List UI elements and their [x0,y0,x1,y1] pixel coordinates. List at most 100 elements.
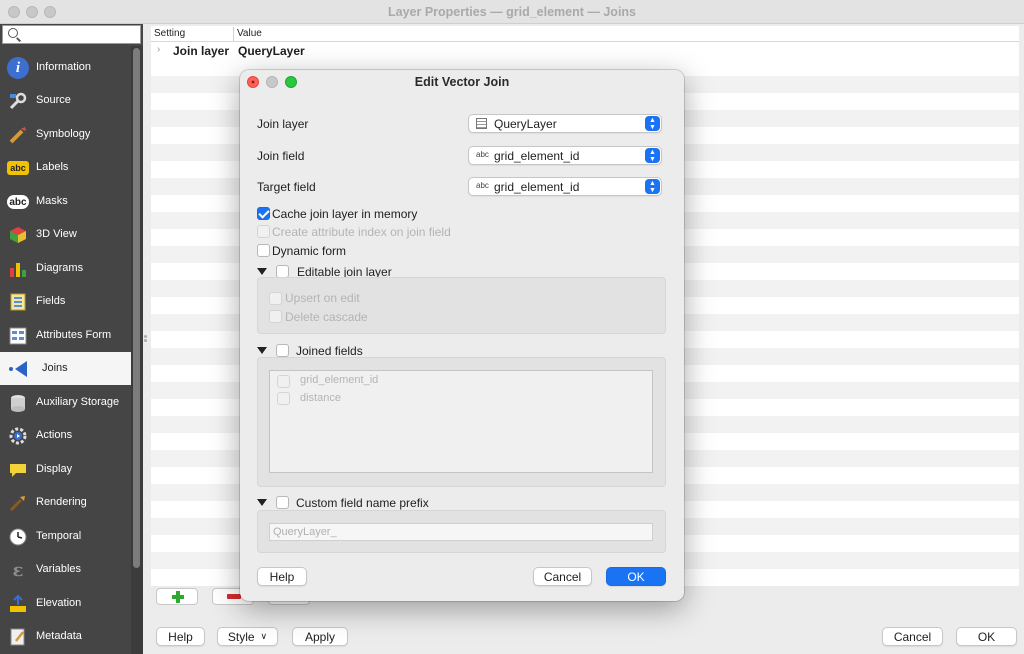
sidebar-item-elevation[interactable]: Elevation [0,587,131,620]
table-layer-icon [476,118,487,129]
joined-fields-checkbox[interactable] [276,344,289,357]
cache-join-layer-label: Cache join layer in memory [272,207,418,221]
source-wrench-icon [7,90,29,112]
search-icon [8,28,18,38]
sidebar-item-masks[interactable]: abc Masks [0,185,131,218]
help-button[interactable]: Help [156,627,205,646]
dynamic-form-checkbox[interactable] [257,244,270,257]
edit-vector-join-dialog: Edit Vector Join Join layer QueryLayer ▲… [240,70,684,601]
elevation-icon [7,593,29,615]
window-title: Layer Properties — grid_element — Joins [388,5,636,19]
info-icon: i [7,57,29,79]
editable-join-group [257,277,666,334]
custom-prefix-checkbox[interactable] [276,496,289,509]
chevron-right-icon[interactable]: › [157,44,160,55]
upsert-on-edit-label: Upsert on edit [285,291,360,305]
plus-icon [172,591,184,603]
sidebar-item-labels[interactable]: abc Labels [0,151,131,184]
custom-prefix-label: Custom field name prefix [296,496,429,510]
window-titlebar: Layer Properties — grid_element — Joins [0,0,1024,24]
join-field-combo[interactable]: abc grid_element_id ▲ ▼ [468,146,662,165]
text-field-abc-icon: abc [476,150,489,159]
sidebar-item-3d-view[interactable]: 3D View [0,218,131,251]
column-header-setting[interactable]: Setting [154,28,185,39]
symbology-brush-icon [7,124,29,146]
sidebar-search[interactable] [2,25,141,44]
create-attribute-index-checkbox[interactable] [257,225,270,238]
join-field-value: grid_element_id [494,149,580,163]
collapse-triangle-icon[interactable] [257,268,267,275]
joins-icon [7,358,29,380]
sidebar-item-actions[interactable]: Actions [0,419,131,452]
add-join-button[interactable] [156,588,198,605]
target-field-label: Target field [257,180,316,194]
join-tree-row[interactable]: › Join layer QueryLayer [151,43,1019,59]
delete-cascade-label: Delete cascade [285,310,368,324]
sidebar-item-diagrams[interactable]: Diagrams [0,252,131,285]
labels-abc-icon: abc [7,161,29,175]
create-attribute-index-label: Create attribute index on join field [272,225,451,239]
dialog-cancel-button[interactable]: Cancel [533,567,592,586]
updown-arrows-icon: ▲ ▼ [645,148,660,163]
dialog-ok-button[interactable]: OK [606,567,666,586]
sidebar-item-auxiliary-storage[interactable]: Auxiliary Storage [0,386,131,419]
joined-field-checkbox[interactable] [277,375,290,388]
sidebar-item-source[interactable]: Source [0,84,131,117]
variables-epsilon-icon: ε [12,559,24,581]
minus-icon [227,594,241,599]
dialog-title: Edit Vector Join [414,75,510,89]
target-field-value: grid_element_id [494,180,580,194]
collapse-triangle-icon[interactable] [257,499,267,506]
sidebar-item-information[interactable]: i Information [0,51,131,84]
auxiliary-storage-icon [7,392,29,414]
sidebar: i Information Source Symbology abc Label… [0,24,143,654]
joined-field-checkbox[interactable] [277,392,290,405]
actions-gear-icon [7,425,29,447]
diagrams-icon [7,258,29,280]
sidebar-item-temporal[interactable]: Temporal [0,520,131,553]
updown-arrows-icon: ▲ ▼ [645,116,660,131]
sidebar-scrollbar-thumb[interactable] [133,48,140,568]
column-header-value[interactable]: Value [237,28,262,39]
join-layer-value: QueryLayer [494,117,557,131]
apply-button[interactable]: Apply [292,627,348,646]
metadata-icon [7,626,29,648]
custom-prefix-input[interactable]: QueryLayer_ [269,523,653,541]
sidebar-item-rendering[interactable]: Rendering [0,486,131,519]
sidebar-item-symbology[interactable]: Symbology [0,118,131,151]
dialog-help-button[interactable]: Help [257,567,307,586]
join-layer-label: Join layer [257,117,309,131]
sidebar-item-attributes-form[interactable]: Attributes Form [0,319,131,352]
updown-arrows-icon: ▲ ▼ [645,179,660,194]
upsert-on-edit-checkbox[interactable] [269,292,282,305]
join-row-value: QueryLayer [238,44,305,58]
join-layer-combo[interactable]: QueryLayer ▲ ▼ [468,114,662,133]
cancel-button[interactable]: Cancel [882,627,943,646]
text-field-abc-icon: abc [476,181,489,190]
delete-cascade-checkbox[interactable] [269,310,282,323]
style-label: Style [227,629,255,644]
3d-cube-icon [7,224,29,246]
joined-fields-label: Joined fields [296,344,363,358]
sidebar-search-input[interactable] [23,27,137,42]
joined-field-item: grid_element_id [300,374,379,386]
join-row-key: Join layer [173,44,230,58]
panel-splitter-handle[interactable] [144,335,148,342]
tree-header: Setting Value [151,26,1019,42]
target-field-combo[interactable]: abc grid_element_id ▲ ▼ [468,177,662,196]
sidebar-item-variables[interactable]: ε Variables [0,553,131,586]
display-bubble-icon [7,459,29,481]
rendering-brush-icon [7,492,29,514]
style-dropdown-button[interactable]: Style ∨ [217,627,278,646]
temporal-clock-icon [7,526,29,548]
dynamic-form-label: Dynamic form [272,244,347,258]
sidebar-item-fields[interactable]: Fields [0,285,131,318]
sidebar-item-metadata[interactable]: Metadata [0,620,131,653]
cache-join-layer-checkbox[interactable] [257,207,270,220]
masks-abc-icon: abc [7,195,29,209]
ok-button[interactable]: OK [956,627,1017,646]
sidebar-item-display[interactable]: Display [0,453,131,486]
fields-icon [7,291,29,313]
collapse-triangle-icon[interactable] [257,347,267,354]
sidebar-item-joins[interactable]: Joins [0,352,131,385]
